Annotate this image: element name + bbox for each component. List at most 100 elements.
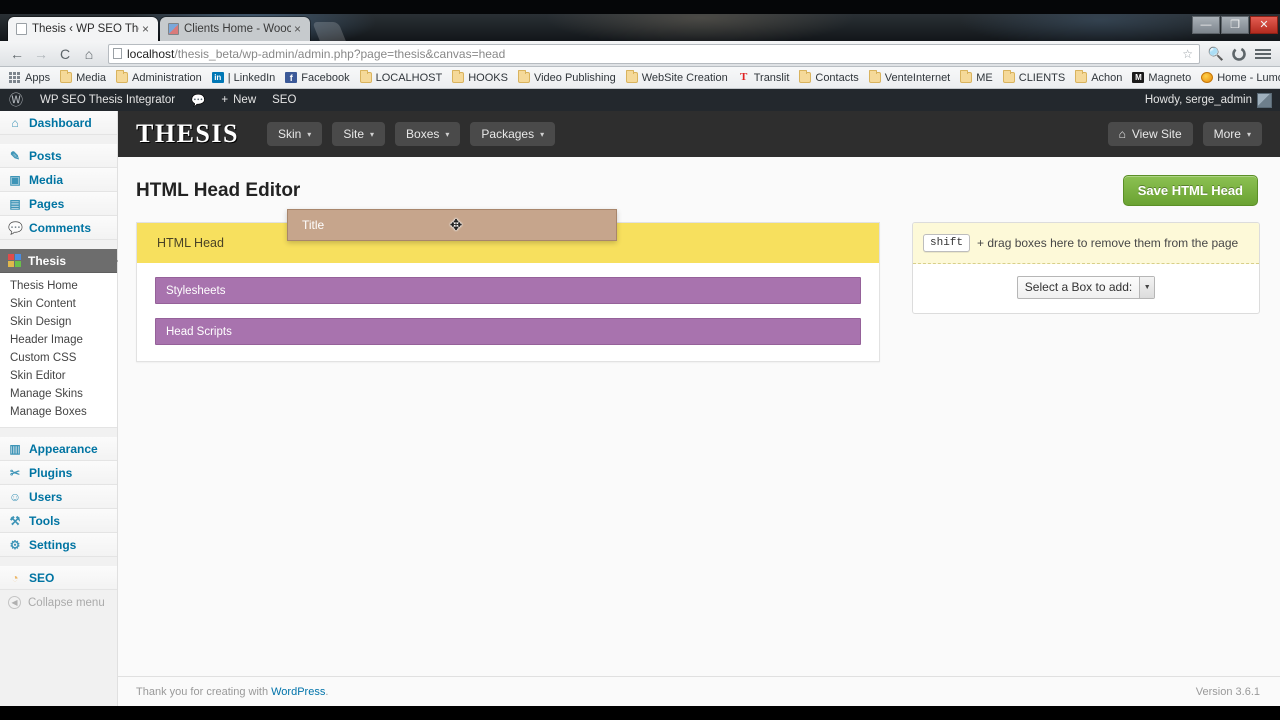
url-path: /thesis_beta/wp-admin/admin.php?page=the… (174, 46, 506, 61)
sidebar-item-thesis[interactable]: Thesis (0, 249, 118, 273)
bookmark-media[interactable]: Media (56, 70, 112, 84)
page-info-icon[interactable] (113, 48, 122, 59)
adminbar-account[interactable]: Howdy, serge_admin (1137, 89, 1280, 111)
new-tab-button[interactable] (312, 22, 346, 41)
search-plugin-icon[interactable]: 🔍 (1206, 44, 1226, 64)
minimize-icon[interactable]: — (1192, 16, 1220, 34)
bookmark-star-icon[interactable]: ☆ (1182, 47, 1195, 61)
submenu-item-custom-css[interactable]: Custom CSS (0, 349, 117, 367)
submenu-item-header-image[interactable]: Header Image (0, 331, 117, 349)
sidebar-item-posts[interactable]: ✎ Posts (0, 144, 117, 168)
folder-icon (116, 70, 129, 83)
home-icon[interactable]: ⌂ (78, 43, 100, 65)
page-favicon-icon (168, 23, 179, 35)
bookmarks-bar: Apps Media Administration in | LinkedIn … (0, 67, 1280, 89)
sidebar-item-label: Tools (29, 513, 61, 528)
browser-menu-icon[interactable] (1252, 43, 1274, 65)
html-head-box[interactable]: HTML Head Title ✥ (137, 209, 879, 263)
bookmark-localhost[interactable]: LOCALHOST (356, 70, 449, 84)
window-close-icon[interactable]: ✕ (1250, 16, 1278, 34)
hamburger-icon (1255, 47, 1271, 61)
bookmark-label: Apps (25, 71, 51, 84)
bookmark-administration[interactable]: Administration (112, 70, 208, 84)
bookmark-translit[interactable]: T Translit (734, 72, 796, 84)
bookmark-achon[interactable]: Achon (1071, 70, 1128, 84)
bookmark-magneto[interactable]: M Magneto (1128, 72, 1197, 84)
collapse-menu-button[interactable]: ◀ Collapse menu (0, 590, 117, 615)
wordpress-logo-icon[interactable]: Ⓦ (0, 89, 32, 111)
forward-icon[interactable]: → (30, 43, 52, 65)
maximize-icon[interactable]: ❐ (1221, 16, 1249, 34)
sidebar-item-comments[interactable]: 💬 Comments (0, 216, 117, 240)
dragging-box-title[interactable]: Title ✥ (287, 209, 617, 241)
bookmark-label: Administration (132, 71, 202, 84)
remove-box-dropzone[interactable]: shift + drag boxes here to remove them f… (913, 223, 1259, 264)
sidebar-item-appearance[interactable]: ▥ Appearance (0, 437, 117, 461)
appearance-icon: ▥ (9, 441, 21, 456)
close-icon[interactable]: × (139, 23, 152, 35)
toolbar-extensions: 🔍 (1206, 43, 1274, 65)
sidebar-item-seo[interactable]: ◔ SEO (0, 566, 117, 590)
sidebar-item-users[interactable]: ☺ Users (0, 485, 117, 509)
thesis-nav-packages[interactable]: Packages ▾ (470, 122, 556, 146)
back-icon[interactable]: ← (6, 43, 28, 65)
footer-thanks: Thank you for creating with WordPress. (136, 686, 328, 698)
browser-tab-active[interactable]: Thesis ‹ WP SEO Thesis Int × (8, 17, 158, 41)
thesis-nav-skin[interactable]: Skin ▾ (266, 122, 323, 146)
home-icon: ⌂ (1118, 127, 1126, 141)
bookmark-me[interactable]: ME (956, 70, 999, 84)
sidebar-item-settings[interactable]: ⚙ Settings (0, 533, 117, 557)
box-stylesheets[interactable]: Stylesheets (155, 277, 861, 304)
bookmark-label: VenteInternet (884, 71, 951, 84)
adminbar-site-name[interactable]: WP SEO Thesis Integrator (32, 89, 183, 111)
submenu-item-skin-content[interactable]: Skin Content (0, 295, 117, 313)
bookmark-video-publishing[interactable]: Video Publishing (514, 70, 622, 84)
thesis-app: THESIS Skin ▾ Site ▾ Boxes ▾ Packages ▾ (118, 111, 1280, 706)
submenu-item-thesis-home[interactable]: Thesis Home (0, 277, 117, 295)
bookmark-website-creation[interactable]: WebSite Creation (622, 70, 734, 84)
submenu-item-manage-boxes[interactable]: Manage Boxes (0, 403, 117, 421)
close-icon[interactable]: × (291, 23, 304, 35)
html-head-box-label: HTML Head (157, 236, 224, 250)
wp-admin-bar: Ⓦ WP SEO Thesis Integrator 💬 + New SEO H… (0, 89, 1280, 111)
address-bar[interactable]: localhost/thesis_beta/wp-admin/admin.php… (108, 43, 1200, 64)
box-head-scripts[interactable]: Head Scripts (155, 318, 861, 345)
submenu-item-manage-skins[interactable]: Manage Skins (0, 385, 117, 403)
save-html-head-button[interactable]: Save HTML Head (1122, 175, 1258, 206)
bookmark-contacts[interactable]: Contacts (795, 70, 864, 84)
sidebar-item-pages[interactable]: ▤ Pages (0, 192, 117, 216)
tab-title: Thesis ‹ WP SEO Thesis Int (32, 23, 139, 35)
thesis-nav-boxes[interactable]: Boxes ▾ (395, 122, 461, 146)
submenu-item-skin-editor[interactable]: Skin Editor (0, 367, 117, 385)
comments-icon[interactable]: 💬 (183, 89, 213, 111)
sidebar-item-tools[interactable]: ⚒ Tools (0, 509, 117, 533)
chevron-down-icon: ▼ (1139, 277, 1155, 298)
select-box-dropdown[interactable]: Select a Box to add: ▼ (1016, 276, 1156, 299)
adminbar-new-button[interactable]: + New (213, 89, 264, 111)
bookmark-apps[interactable]: Apps (5, 72, 56, 84)
wordpress-link[interactable]: WordPress (271, 686, 325, 698)
bookmark-label: Translit (753, 71, 790, 84)
desktop-background-bottom (0, 706, 1280, 720)
avatar (1257, 92, 1272, 108)
reload-icon[interactable]: C (54, 43, 76, 65)
extension-icon[interactable] (1229, 44, 1249, 64)
bookmark-venteinternet[interactable]: VenteInternet (865, 70, 956, 84)
sidebar-item-media[interactable]: ▣ Media (0, 168, 117, 192)
bookmark-home-lumosity[interactable]: Home - Lumosity (1197, 72, 1280, 84)
browser-tab-inactive[interactable]: Clients Home - Woocom × (160, 17, 310, 41)
bookmark-facebook[interactable]: f Facebook (281, 72, 355, 84)
submenu-item-skin-design[interactable]: Skin Design (0, 313, 117, 331)
bookmark-linkedin[interactable]: in | LinkedIn (208, 72, 282, 84)
sidebar-item-dashboard[interactable]: ⌂ Dashboard (0, 111, 117, 135)
adminbar-seo[interactable]: SEO (264, 89, 304, 111)
thesis-nav-site[interactable]: Site ▾ (332, 122, 386, 146)
view-site-button[interactable]: ⌂ View Site (1107, 122, 1193, 146)
sidebar-item-plugins[interactable]: ✂ Plugins (0, 461, 117, 485)
footer-version: Version 3.6.1 (1195, 685, 1260, 698)
bookmark-clients[interactable]: CLIENTS (999, 70, 1071, 84)
more-button[interactable]: More ▾ (1202, 122, 1262, 146)
bookmark-label: Home - Lumosity (1217, 71, 1280, 84)
lumosity-icon (1201, 72, 1214, 83)
bookmark-hooks[interactable]: HOOKS (448, 70, 514, 84)
